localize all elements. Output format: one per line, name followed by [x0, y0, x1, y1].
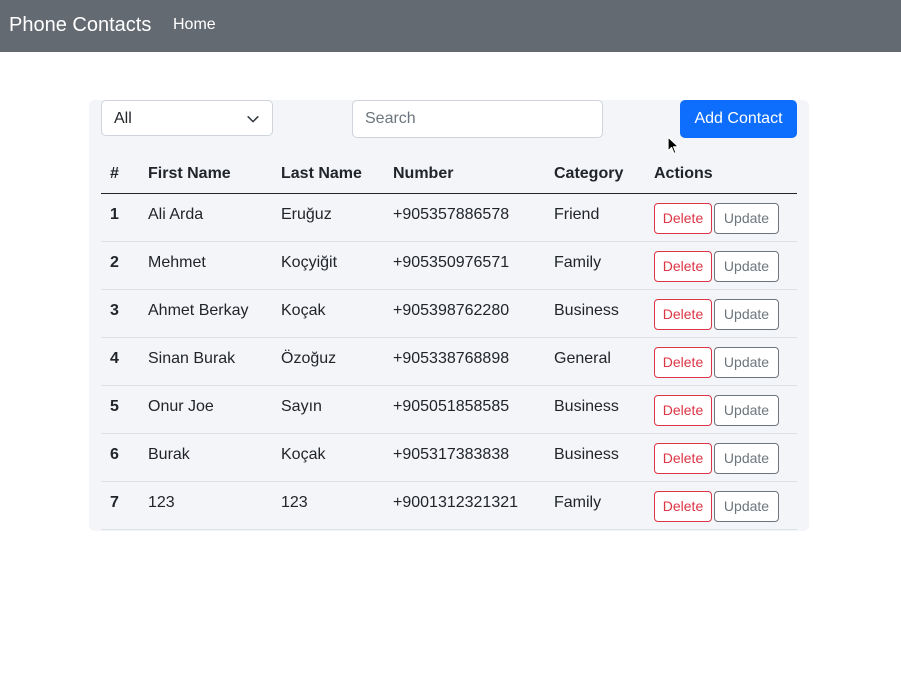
row-last-name: Koçak — [281, 445, 326, 463]
update-button[interactable]: Update — [714, 298, 779, 330]
search-input[interactable] — [352, 100, 603, 138]
update-button[interactable]: Update — [714, 394, 779, 426]
row-category: Business — [554, 397, 619, 415]
row-last-name: Koçyiğit — [281, 253, 338, 271]
row-first-name: Ahmet Berkay — [148, 301, 249, 319]
update-button[interactable]: Update — [714, 490, 779, 522]
contacts-table: # First Name Last Name Number Category A… — [101, 155, 797, 530]
row-last-name: 123 — [281, 493, 308, 511]
row-last-name: Koçak — [281, 301, 326, 319]
header-first-name: First Name — [139, 155, 272, 194]
row-index: 2 — [110, 253, 119, 271]
table-row: 3 Ahmet Berkay Koçak +905398762280 Busin… — [101, 289, 797, 338]
row-index: 3 — [110, 301, 119, 319]
header-last-name: Last Name — [272, 155, 384, 194]
row-number: +905350976571 — [393, 253, 510, 271]
category-filter-value: All — [114, 110, 132, 127]
header-number: Number — [384, 155, 545, 194]
row-category: Business — [554, 301, 619, 319]
header-category: Category — [545, 155, 645, 194]
delete-button[interactable]: Delete — [654, 250, 712, 282]
row-number: +905317383838 — [393, 445, 510, 463]
update-button[interactable]: Update — [714, 346, 779, 378]
mouse-pointer-icon — [667, 136, 680, 155]
row-first-name: Ali Arda — [148, 205, 204, 223]
table-row: 6 Burak Koçak +905317383838 Business Del… — [101, 433, 797, 482]
add-contact-button[interactable]: Add Contact — [680, 100, 797, 138]
delete-button[interactable]: Delete — [654, 394, 712, 426]
row-index: 7 — [110, 493, 119, 511]
nav-link-home[interactable]: Home — [173, 15, 216, 35]
row-number: +905338768898 — [393, 349, 510, 367]
row-index: 4 — [110, 349, 119, 367]
row-first-name: Sinan Burak — [148, 349, 236, 367]
row-first-name: 123 — [148, 493, 175, 511]
row-category: Family — [554, 253, 602, 271]
table-row: 1 Ali Arda Eruğuz +905357886578 Friend D… — [101, 193, 797, 242]
row-last-name: Sayın — [281, 397, 322, 415]
row-number: +9001312321321 — [393, 493, 519, 511]
update-button[interactable]: Update — [714, 250, 779, 282]
delete-button[interactable]: Delete — [654, 490, 712, 522]
row-first-name: Onur Joe — [148, 397, 214, 415]
table-row: 5 Onur Joe Sayın +905051858585 Business … — [101, 385, 797, 434]
table-row: 7 123 123 +9001312321321 Family Delete Up… — [101, 481, 797, 530]
row-index: 6 — [110, 445, 119, 463]
row-category: Business — [554, 445, 619, 463]
row-last-name: Özoğuz — [281, 349, 337, 367]
row-category: Friend — [554, 205, 600, 223]
row-category: General — [554, 349, 611, 367]
row-number: +905357886578 — [393, 205, 510, 223]
table-row: 2 Mehmet Koçyiğit +905350976571 Family D… — [101, 241, 797, 290]
header-actions: Actions — [645, 155, 797, 194]
navbar: Phone Contacts Home — [0, 0, 901, 52]
row-index: 5 — [110, 397, 119, 415]
table-row: 4 Sinan Burak Özoğuz +905338768898 Gener… — [101, 337, 797, 386]
delete-button[interactable]: Delete — [654, 202, 712, 234]
header-index: # — [101, 155, 139, 194]
delete-button[interactable]: Delete — [654, 442, 712, 474]
brand-title[interactable]: Phone Contacts — [9, 12, 151, 38]
table-header-row: # First Name Last Name Number Category A… — [101, 155, 797, 194]
delete-button[interactable]: Delete — [654, 346, 712, 378]
row-first-name: Mehmet — [148, 253, 206, 271]
update-button[interactable]: Update — [714, 202, 779, 234]
row-number: +905398762280 — [393, 301, 510, 319]
category-filter-select[interactable]: All — [101, 100, 273, 136]
row-first-name: Burak — [148, 445, 190, 463]
row-number: +905051858585 — [393, 397, 510, 415]
row-last-name: Eruğuz — [281, 205, 332, 223]
delete-button[interactable]: Delete — [654, 298, 712, 330]
update-button[interactable]: Update — [714, 442, 779, 474]
row-category: Family — [554, 493, 602, 511]
chevron-down-icon — [247, 116, 259, 123]
row-index: 1 — [110, 205, 119, 223]
